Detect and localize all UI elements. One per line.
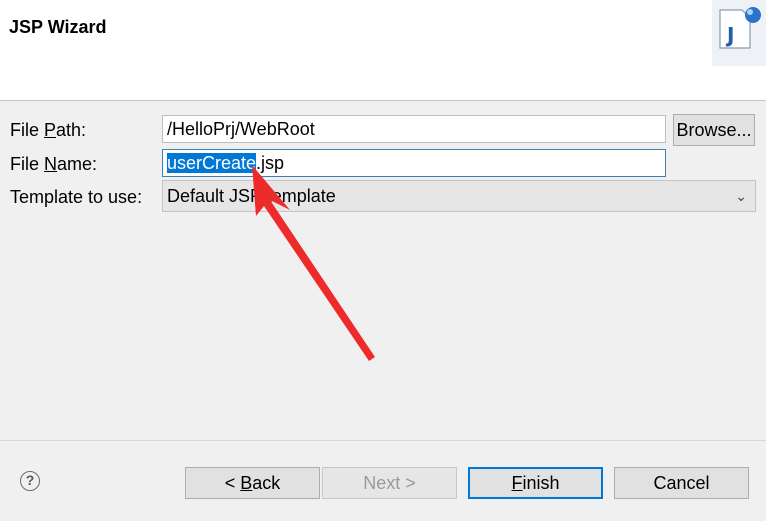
wizard-header: JSP Wizard J [0, 0, 766, 101]
file-path-label: File Path: [10, 120, 87, 140]
next-button[interactable]: Next > [322, 467, 457, 499]
svg-text:J: J [725, 23, 734, 47]
cancel-button[interactable]: Cancel [614, 467, 749, 499]
selected-text: userCreate [167, 153, 257, 173]
browse-button[interactable]: Browse... [673, 114, 755, 146]
file-path-input[interactable]: /HelloPrj/WebRoot [162, 115, 666, 143]
file-name-input[interactable]: userCreate.jsp [162, 149, 666, 177]
help-icon[interactable]: ? [20, 471, 40, 491]
finish-button[interactable]: Finish [468, 467, 603, 499]
jsp-file-icon: J [712, 0, 766, 66]
wizard-title: JSP Wizard [9, 17, 107, 37]
file-name-label: File Name: [10, 154, 98, 174]
back-button[interactable]: < Back [185, 467, 320, 499]
chevron-down-icon[interactable]: ⌄ [735, 181, 747, 211]
template-label: Template to use: [10, 187, 143, 207]
footer-divider [0, 440, 766, 441]
template-select[interactable]: Default JSP template ⌄ [162, 180, 756, 212]
